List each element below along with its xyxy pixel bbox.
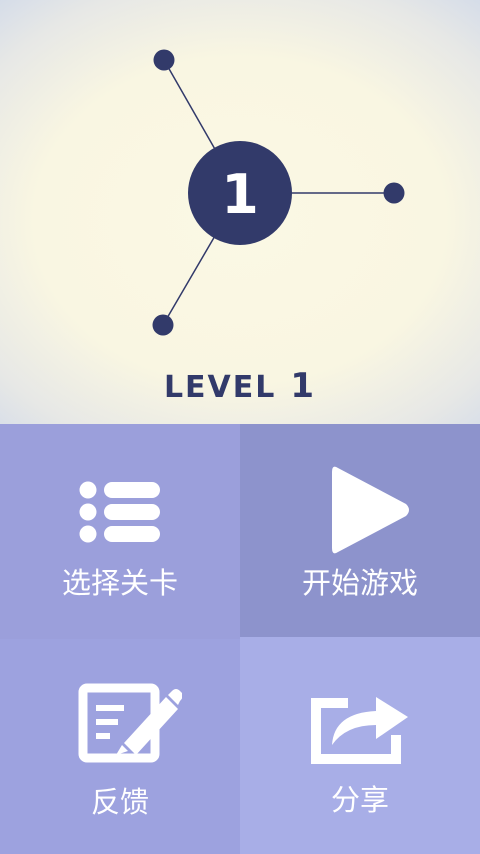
share-icon — [311, 697, 408, 764]
feedback-button[interactable]: 反馈 — [0, 639, 240, 854]
level-indicator: LEVEL 1 — [0, 366, 480, 406]
pin-dot-bottom — [152, 314, 174, 336]
play-icon — [332, 466, 409, 554]
share-button[interactable]: 分享 — [240, 637, 480, 854]
level-value: 1 — [290, 366, 317, 406]
edit-icon — [78, 683, 182, 763]
share-label: 分享 — [330, 783, 389, 817]
start-game-label: 开始游戏 — [301, 566, 418, 600]
center-level-number: 1 — [221, 163, 259, 226]
level-diagram: 1 — [152, 49, 405, 336]
select-level-label: 选择关卡 — [61, 566, 178, 600]
feedback-label: 反馈 — [90, 785, 149, 819]
list-icon — [79, 481, 160, 543]
level-label: LEVEL — [163, 370, 277, 405]
pin-dot-top — [153, 49, 175, 71]
game-preview: 1 LEVEL 1 — [0, 0, 480, 424]
start-game-button[interactable]: 开始游戏 — [240, 424, 480, 637]
select-level-button[interactable]: 选择关卡 — [0, 424, 240, 639]
pin-dot-right — [383, 182, 405, 204]
